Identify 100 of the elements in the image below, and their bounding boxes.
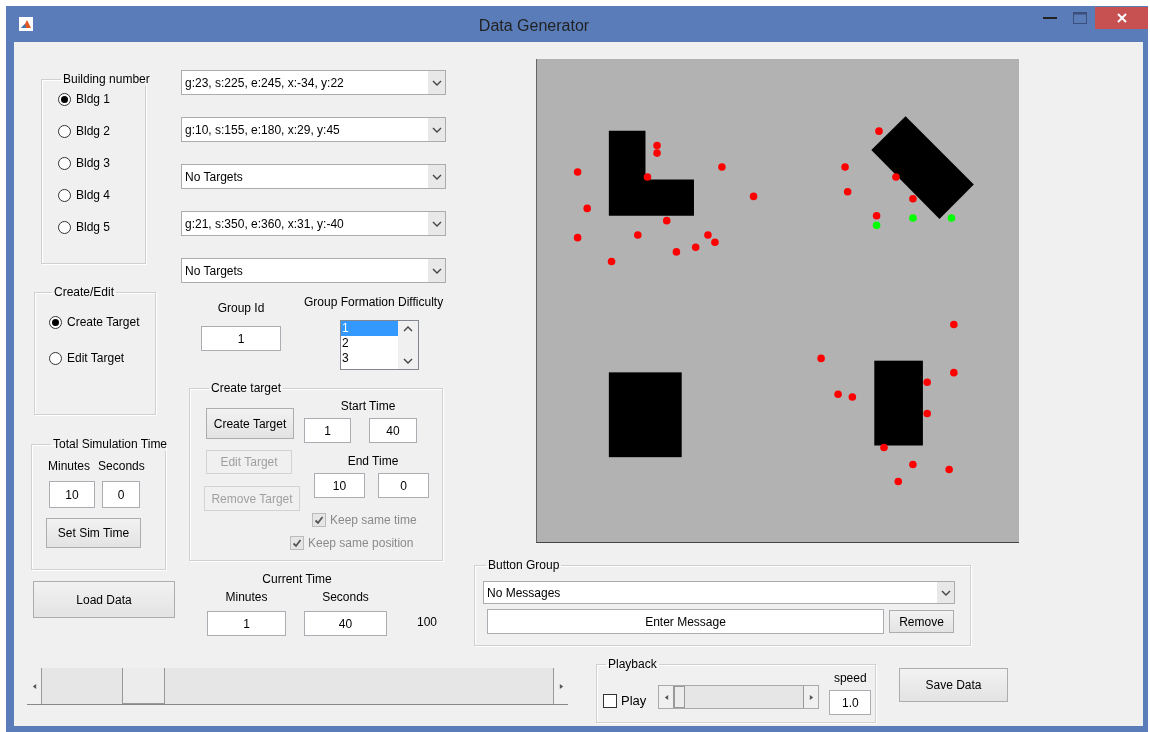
chevron-down-icon [940,589,951,596]
target-marker[interactable] [573,233,582,242]
target-marker[interactable] [817,354,825,363]
radio-option[interactable]: Create Target [49,315,155,329]
total-seconds-value: 100 [417,615,439,629]
input-field[interactable]: 40 [304,611,387,636]
target-marker[interactable] [872,221,881,230]
target-marker[interactable] [662,216,671,225]
target-marker[interactable] [834,390,842,399]
app-icon [19,17,33,31]
input-field[interactable]: 40 [369,418,417,443]
target-marker[interactable] [711,238,719,247]
caret-left-icon [663,693,669,701]
radio-option[interactable]: Bldg 4 [58,188,145,202]
maximize-icon [1073,12,1087,24]
target-marker[interactable] [848,393,857,401]
target-button[interactable]: Create Target [206,408,294,439]
target-marker[interactable] [749,192,758,201]
target-marker[interactable] [704,231,712,239]
field-label: Seconds [321,590,370,604]
target-marker[interactable] [841,163,849,171]
target-marker[interactable] [947,214,956,222]
save-data-button[interactable]: Save Data [899,668,1008,702]
chevron-down-icon [431,220,442,227]
scrollbar[interactable] [398,321,418,369]
caret-right-icon [558,682,564,690]
minimize-icon [1043,17,1057,19]
target-marker[interactable] [583,204,591,213]
input-field[interactable]: 1.0 [829,690,872,715]
chevron-down-icon [431,267,442,274]
group-title: Total Simulation Time [52,437,169,451]
group-title: Playback [607,657,658,671]
dropdown[interactable]: g:10, s:155, e:180, x:29, y:45 [181,117,446,142]
input-field[interactable]: 10 [49,481,95,508]
target-marker[interactable] [634,231,642,239]
target-marker[interactable] [909,460,917,469]
list-item[interactable]: 3 [341,351,398,366]
radio-option[interactable]: Bldg 2 [58,124,145,138]
radio-option[interactable]: Bldg 5 [58,220,145,234]
field-label: speed [833,671,867,685]
chevron-down-icon [431,79,442,86]
slider-thumb[interactable] [674,686,686,708]
close-button[interactable] [1095,7,1148,29]
target-marker[interactable] [573,168,582,176]
dropdown[interactable]: No Messages [483,581,955,604]
target-marker[interactable] [653,149,661,157]
target-marker[interactable] [672,248,681,256]
input-field[interactable]: Enter Message [487,609,884,634]
radio-option[interactable]: Edit Target [49,351,155,365]
target-marker[interactable] [945,465,953,474]
target-marker[interactable] [843,187,852,196]
target-marker[interactable] [872,211,881,220]
group-title: Button Group [487,558,561,572]
load-data-button[interactable]: Load Data [33,581,175,618]
target-marker[interactable] [691,243,700,252]
dropdown[interactable]: No Targets [181,258,446,283]
chevron-down-icon [431,126,442,133]
chevron-down-icon [431,173,442,180]
list-item[interactable]: 2 [341,336,398,351]
remove-button[interactable]: Remove [889,610,954,633]
target-marker[interactable] [909,214,917,222]
input-field[interactable]: 10 [314,473,365,498]
target-marker[interactable] [894,477,903,486]
chevron-up-icon [403,325,413,333]
checkmark-icon [292,538,302,548]
field-label: Current Time [261,572,333,586]
chevron-down-icon [403,357,413,365]
target-marker[interactable] [643,173,652,181]
dropdown[interactable]: No Targets [181,164,446,189]
target-marker[interactable] [607,257,616,266]
input-field[interactable]: 1 [201,326,281,351]
checkbox[interactable]: Play [603,694,647,708]
input-field[interactable]: 0 [102,481,140,508]
field-label: Minutes [48,459,91,473]
field-label: Group Id [217,301,265,315]
radio-option[interactable]: Bldg 3 [58,156,145,170]
group-title: Building number [62,72,151,86]
input-field[interactable]: 1 [304,418,351,443]
scrollbar-thumb[interactable] [122,668,165,704]
target-marker[interactable] [718,163,726,171]
slider[interactable] [658,685,820,709]
radio-option[interactable]: Bldg 1 [58,92,145,106]
caret-left-icon [31,682,37,690]
target-marker[interactable] [892,173,900,181]
target-marker[interactable] [653,141,661,150]
target-marker[interactable] [880,443,888,452]
target-marker[interactable] [923,409,931,418]
target-marker[interactable] [950,320,958,329]
target-marker[interactable] [923,378,931,387]
field-label: Group Formation Difficulty [304,295,445,309]
target-marker[interactable] [875,127,883,135]
window-title: Data Generator [477,17,591,35]
target-marker[interactable] [909,194,917,203]
set-sim-time-button[interactable]: Set Sim Time [46,518,141,548]
input-field[interactable]: 0 [378,473,429,498]
target-marker[interactable] [950,368,958,377]
dropdown[interactable]: g:23, s:225, e:245, x:-34, y:22 [181,70,446,95]
input-field[interactable]: 1 [207,611,286,636]
dropdown[interactable]: g:21, s:350, e:360, x:31, y:-40 [181,211,446,236]
list-box[interactable]: 1 2 3 [340,320,419,370]
